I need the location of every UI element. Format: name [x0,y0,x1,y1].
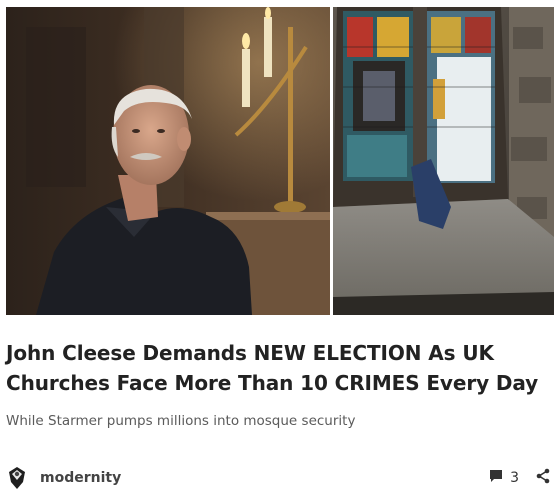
post-actions: 3 [488,468,551,488]
comment-bubble-icon [488,468,504,488]
portrait-photo [6,7,330,315]
post-title[interactable]: John Cleese Demands NEW ELECTION As UK C… [6,338,546,398]
shield-avatar-icon[interactable] [6,465,28,491]
comment-count: 3 [510,470,519,486]
church-window-photo [333,7,554,315]
comments-button[interactable]: 3 [488,468,519,488]
share-icon [535,468,551,488]
author-link[interactable]: modernity [6,465,121,491]
share-button[interactable] [535,468,551,488]
post-footer: modernity 3 [6,463,551,493]
post-hero-image[interactable] [6,7,554,315]
author-name[interactable]: modernity [40,470,121,486]
post-subtitle: While Starmer pumps millions into mosque… [6,413,356,429]
